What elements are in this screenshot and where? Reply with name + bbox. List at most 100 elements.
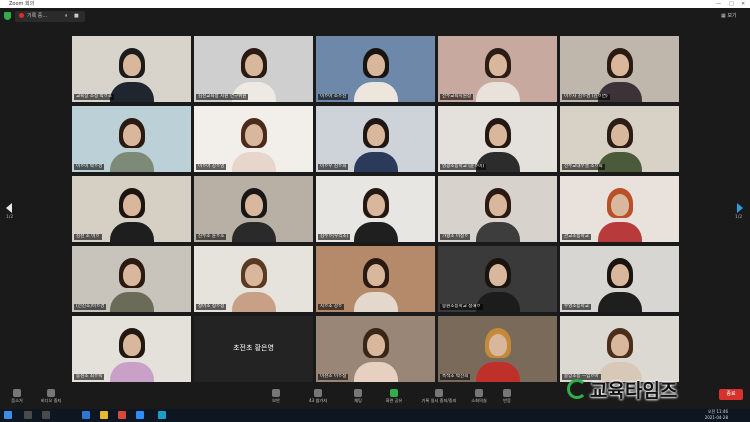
participant-body <box>475 362 520 382</box>
reactions-label: 반응 <box>503 398 511 403</box>
participant-face <box>122 264 141 287</box>
security-shield-icon[interactable] <box>4 12 11 20</box>
participant-video-tile[interactable]: 중앙초등 ㅡ임ㅇ미 <box>560 316 679 382</box>
participant-name-label: 가평초 이정ㅇ <box>440 234 471 240</box>
record-icon <box>435 389 443 397</box>
participant-name-label: 영광초등학교 (윤ㅇ미) <box>440 164 487 170</box>
participant-name-label: 지ㅇ초 강ㅇ <box>318 304 345 310</box>
participant-video-tile[interactable]: 김천교육청 지원 연구위원 <box>194 36 313 102</box>
security-label: 보안 <box>272 398 280 403</box>
stop-video-button[interactable]: 비디오 중지 <box>34 389 68 404</box>
participant-body <box>353 152 398 172</box>
zoom-app-icon[interactable] <box>136 411 144 419</box>
camera-icon <box>47 389 55 397</box>
participant-face <box>610 124 629 147</box>
participant-video-tile[interactable]: 지ㅇ초 강ㅇ <box>316 246 435 312</box>
participant-video-tile[interactable]: 전주교육지원청 <box>438 36 557 102</box>
chrome-browser-icon[interactable] <box>118 411 126 419</box>
participant-face <box>488 124 507 147</box>
participant-face <box>610 334 629 357</box>
stop-recording-button[interactable]: ■ <box>74 11 79 22</box>
window-title: Zoom 회의 <box>9 1 35 7</box>
participant-face <box>488 334 507 357</box>
page-indicator-right: 1/2 <box>735 215 743 220</box>
participants-button[interactable]: 43 참가자 <box>301 389 335 404</box>
participant-name-label: 이ㅇ아 강ㅇ영 <box>196 164 227 170</box>
reaction-smile-icon <box>503 389 511 397</box>
participant-video-tile[interactable]: 동천초 최ㅇ숙 <box>72 316 191 382</box>
maximize-icon[interactable]: □ <box>729 0 734 8</box>
participant-video-tile[interactable]: 김천 초 이ㅇ <box>72 176 191 242</box>
participant-video-tile[interactable]: (전진초)이ㅇ경 <box>72 246 191 312</box>
participant-video-tile[interactable]: 이ㅇ이 박ㅇ경 <box>72 106 191 172</box>
chat-button[interactable]: 채팅 <box>341 389 375 404</box>
participant-video-tile[interactable]: 교육장 조정 박ㅇ호 <box>72 36 191 102</box>
participant-face <box>366 264 385 287</box>
participant-video-tile[interactable]: 이ㅇ자 김ㅇ경 (김ㅇ연) <box>560 36 679 102</box>
participants-count: 43 <box>308 398 315 403</box>
edge-browser-icon[interactable] <box>82 411 90 419</box>
view-button[interactable]: ▦ 보기 <box>721 11 737 22</box>
reactions-button[interactable]: 반응 <box>490 389 524 404</box>
participant-video-tile[interactable]: 관교초등학교 <box>560 176 679 242</box>
participant-name-label: 교육장 조정 박ㅇ호 <box>74 94 114 100</box>
mute-button[interactable]: 음소거 <box>0 389 34 404</box>
participant-tile-no-video[interactable]: 초전초 황은영 <box>194 316 313 382</box>
participant-face <box>366 124 385 147</box>
page-indicator-left: 1/2 <box>6 215 14 220</box>
meeting-topbar <box>0 8 750 26</box>
logo-swoosh-icon <box>567 379 587 399</box>
participant-video-tile[interactable]: 전주교대부설 조ㅇ희 <box>560 106 679 172</box>
participant-video-tile[interactable]: 정어초 정ㅇ정 <box>194 246 313 312</box>
participant-video-tile[interactable]: 가평초 이정ㅇ <box>438 176 557 242</box>
participant-video-tile[interactable]: 진주초 윤ㅇ호 <box>194 176 313 242</box>
participant-video-tile[interactable]: 이ㅇ아 강ㅇ영 <box>194 106 313 172</box>
participant-video-tile[interactable]: 김주ㅇ(우리초) <box>316 176 435 242</box>
previous-page-arrow-icon[interactable] <box>6 203 12 213</box>
participant-body <box>353 362 398 382</box>
participant-name-center: 초전초 황은영 <box>233 344 274 352</box>
participant-body <box>109 292 154 312</box>
participant-video-tile[interactable]: 이ㅇ우 김ㅇ희 <box>316 106 435 172</box>
start-windows-icon[interactable] <box>4 411 12 419</box>
participant-video-tile[interactable]: 흑석초 박선희 <box>438 316 557 382</box>
participant-face <box>244 54 263 77</box>
minimize-icon[interactable]: — <box>716 0 721 8</box>
participant-name-label: 김주ㅇ(우리초) <box>318 234 351 240</box>
participant-name-label: 전주교육지원청 <box>440 94 473 100</box>
mute-label: 음소거 <box>11 398 23 403</box>
chat-label: 채팅 <box>354 398 362 403</box>
participant-video-tile[interactable]: 수영초등학교 <box>560 246 679 312</box>
end-meeting-button[interactable]: 종료 <box>719 389 743 400</box>
file-explorer-icon[interactable] <box>100 411 108 419</box>
participant-video-tile[interactable]: 봉원초등학교 정해ㅇ <box>438 246 557 312</box>
share-screen-button[interactable]: 화면 공유 <box>377 389 411 404</box>
participant-face <box>488 264 507 287</box>
next-page-arrow-icon[interactable] <box>737 203 743 213</box>
participant-face <box>610 54 629 77</box>
participant-body <box>231 222 276 242</box>
close-icon[interactable]: ✕ <box>741 0 745 8</box>
participant-name-label: 관교초등학교 <box>562 234 591 240</box>
pause-recording-button[interactable]: ⏸ <box>65 11 68 22</box>
security-button[interactable]: 보안 <box>259 389 293 404</box>
breakout-label: 소회의실 <box>471 398 487 403</box>
record-control-button[interactable]: 기록 일시 중지/중지 <box>414 389 464 404</box>
recording-indicator: 기록 중... ⏸ ■ <box>15 11 85 22</box>
participant-face <box>366 194 385 217</box>
participant-body <box>231 152 276 172</box>
participant-video-tile[interactable]: 이천초 이ㅇ정 <box>316 316 435 382</box>
share-label: 화면 공유 <box>385 398 403 403</box>
task-view-icon[interactable] <box>42 411 50 419</box>
participant-video-tile[interactable]: 이ㅇ아 조ㅇ선 <box>316 36 435 102</box>
search-icon[interactable] <box>24 411 32 419</box>
taskbar-app-icon[interactable] <box>158 411 166 419</box>
participant-face <box>122 194 141 217</box>
participant-face <box>244 124 263 147</box>
participant-name-label: 수영초등학교 <box>562 304 591 310</box>
participant-face <box>122 334 141 357</box>
participant-name-label: 김천 초 이ㅇ <box>74 234 102 240</box>
participant-name-label: 동천초 최ㅇ숙 <box>74 374 105 380</box>
participant-video-tile[interactable]: 영광초등학교 (윤ㅇ미) <box>438 106 557 172</box>
participant-body <box>109 362 154 382</box>
